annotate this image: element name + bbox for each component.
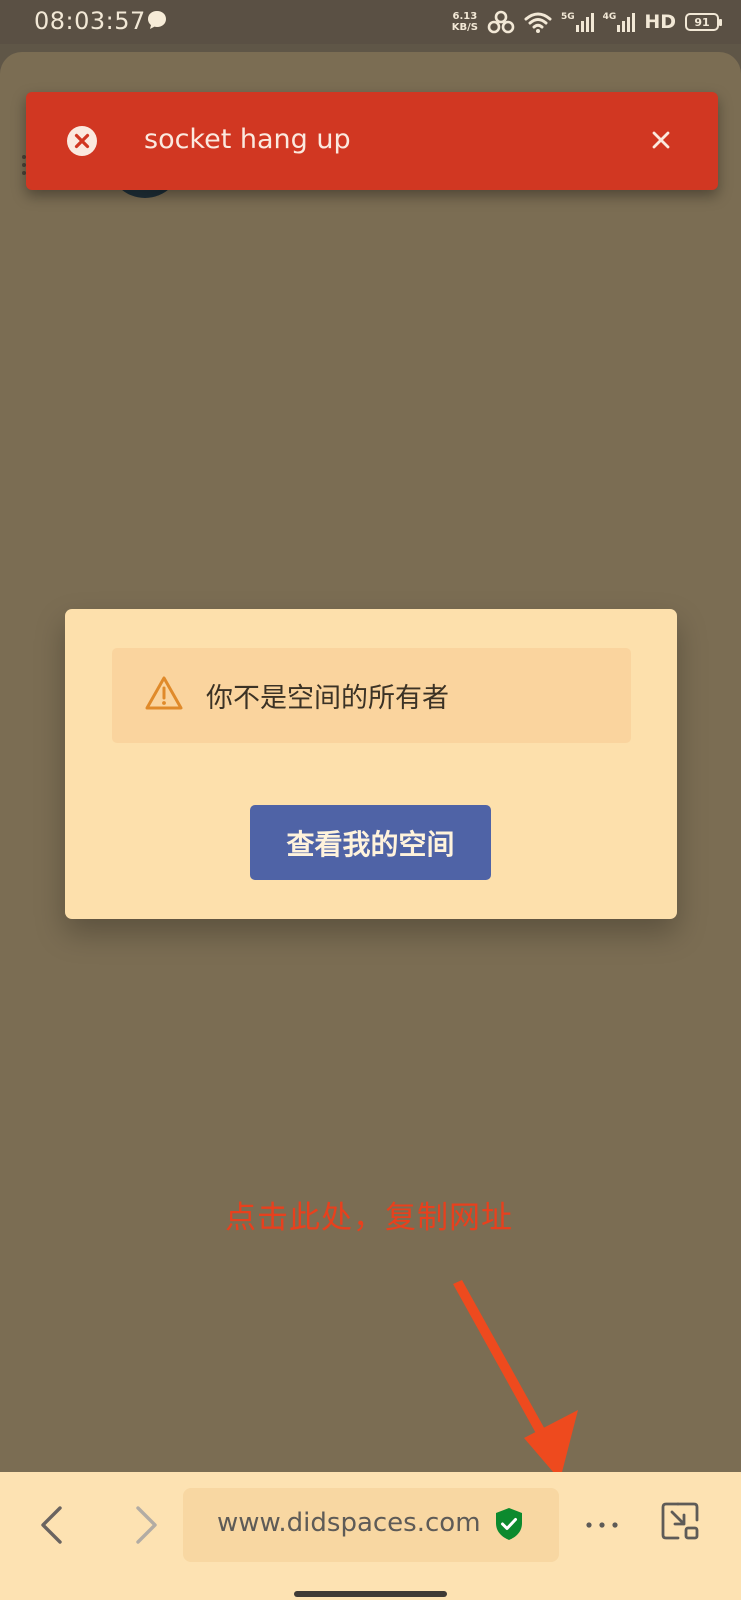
annotation-text: 点击此处，复制网址 [225, 1200, 513, 1236]
wifi-icon [524, 12, 552, 33]
network-speed-unit: KB/S [451, 22, 478, 33]
signal-5g: 5G [561, 12, 594, 32]
chat-bubble-icon [148, 11, 166, 29]
shield-check-icon[interactable] [494, 1507, 524, 1541]
error-toast: socket hang up [26, 92, 718, 190]
browser-toolbar: www.didspaces.com [0, 1472, 741, 1600]
network-speed-value: 6.13 [452, 11, 478, 22]
network-speed: 6.13 KB/S [452, 11, 478, 33]
signal-4g: 4G [603, 12, 636, 32]
status-time: 08:03:57 [34, 7, 146, 35]
forward-icon[interactable] [130, 1502, 164, 1548]
url-text[interactable]: www.didspaces.com [217, 1508, 481, 1538]
back-icon[interactable] [34, 1502, 68, 1548]
warning-triangle-icon [145, 676, 183, 710]
address-bar[interactable]: www.didspaces.com [183, 1488, 559, 1562]
toast-message: socket hang up [144, 124, 351, 155]
home-indicator[interactable] [294, 1591, 447, 1597]
view-my-space-button[interactable]: 查看我的空间 [250, 805, 491, 880]
arrow-pointer-icon [453, 1280, 578, 1480]
hd-voice-label: HD [644, 11, 676, 33]
signal-4g-label: 4G [602, 12, 617, 22]
status-bar: 08:03:57 6.13 KB/S 5G 4G HD 91 [0, 0, 741, 44]
battery-level: 91 [694, 15, 710, 29]
warning-alert: 你不是空间的所有者 [112, 648, 631, 743]
exit-fullscreen-icon[interactable] [660, 1500, 702, 1542]
alert-message: 你不是空间的所有者 [206, 683, 449, 714]
signal-icon [617, 13, 636, 32]
hotspot-icon [487, 10, 515, 34]
error-circle-icon [67, 126, 97, 156]
signal-5g-label: 5G [561, 12, 575, 22]
close-icon[interactable] [646, 125, 676, 155]
battery-icon: 91 [685, 13, 722, 31]
signal-icon [575, 13, 594, 32]
status-icons: 6.13 KB/S 5G 4G HD 91 [452, 8, 722, 36]
ownership-dialog: 你不是空间的所有者 查看我的空间 [65, 609, 677, 919]
more-icon[interactable] [584, 1502, 620, 1548]
